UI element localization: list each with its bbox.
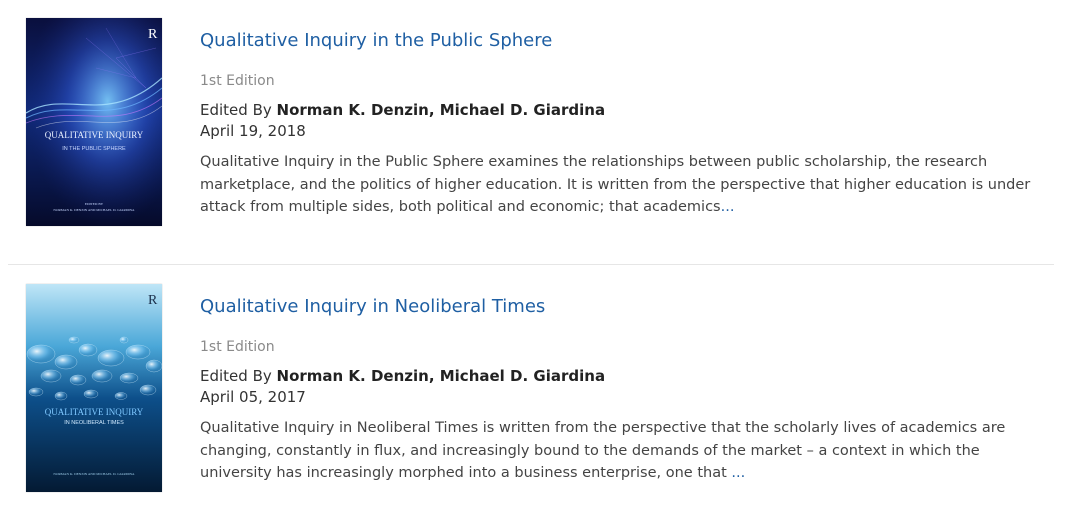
cover-editors: NORMAN K. DENZIN AND MICHAEL D. GIARDINA xyxy=(53,208,135,212)
result-info: Qualitative Inquiry in Neoliberal Times … xyxy=(200,294,1040,485)
book-cover[interactable]: R QUALITATIVE INQUIRY IN THE PUBLIC SPHE… xyxy=(26,18,162,226)
search-results: R QUALITATIVE INQUIRY IN THE PUBLIC SPHE… xyxy=(0,0,1080,520)
book-description: Qualitative Inquiry in the Public Sphere… xyxy=(200,151,1040,219)
book-description: Qualitative Inquiry in Neoliberal Times … xyxy=(200,417,1040,485)
edition-label: 1st Edition xyxy=(200,339,275,355)
editors-line: Edited By Norman K. Denzin, Michael D. G… xyxy=(200,366,1040,387)
result-item: R QUALITATIVE INQUIRY IN NEOLIBERAL TIME… xyxy=(0,264,1080,520)
book-title-link[interactable]: Qualitative Inquiry in the Public Sphere xyxy=(200,28,552,54)
description-text: Qualitative Inquiry in Neoliberal Times … xyxy=(200,420,1006,481)
read-more-link[interactable]: ... xyxy=(721,199,735,215)
book-cover[interactable]: R QUALITATIVE INQUIRY IN NEOLIBERAL TIME… xyxy=(26,284,162,492)
cover-title-line2: IN THE PUBLIC SPHERE xyxy=(62,146,126,152)
book-title-link[interactable]: Qualitative Inquiry in Neoliberal Times xyxy=(200,294,545,320)
cover-title-line1: QUALITATIVE INQUIRY xyxy=(45,130,144,140)
editors-prefix: Edited By xyxy=(200,367,277,385)
cover-title-line1: QUALITATIVE INQUIRY xyxy=(45,407,144,417)
book-cover-image: R QUALITATIVE INQUIRY IN THE PUBLIC SPHE… xyxy=(26,18,162,226)
book-cover-image: R QUALITATIVE INQUIRY IN NEOLIBERAL TIME… xyxy=(26,284,162,492)
edition-label: 1st Edition xyxy=(200,73,275,89)
publication-date: April 19, 2018 xyxy=(200,122,306,140)
cover-editors: NORMAN K. DENZIN AND MICHAEL D. GIARDINA xyxy=(53,472,135,476)
publication-date: April 05, 2017 xyxy=(200,388,306,406)
cover-title-line2: IN NEOLIBERAL TIMES xyxy=(64,420,124,426)
publisher-mark: R xyxy=(148,293,158,308)
editors-prefix: Edited By xyxy=(200,101,277,119)
publisher-mark: R xyxy=(148,27,158,42)
editors-names: Norman K. Denzin, Michael D. Giardina xyxy=(276,367,606,385)
editors-names: Norman K. Denzin, Michael D. Giardina xyxy=(276,101,606,119)
result-item: R QUALITATIVE INQUIRY IN THE PUBLIC SPHE… xyxy=(0,0,1080,264)
result-info: Qualitative Inquiry in the Public Sphere… xyxy=(200,28,1040,219)
editors-line: Edited By Norman K. Denzin, Michael D. G… xyxy=(200,100,1040,121)
description-text: Qualitative Inquiry in the Public Sphere… xyxy=(200,154,1031,215)
read-more-link[interactable]: ... xyxy=(731,465,745,481)
cover-edited-by: EDITED BY xyxy=(85,202,104,206)
